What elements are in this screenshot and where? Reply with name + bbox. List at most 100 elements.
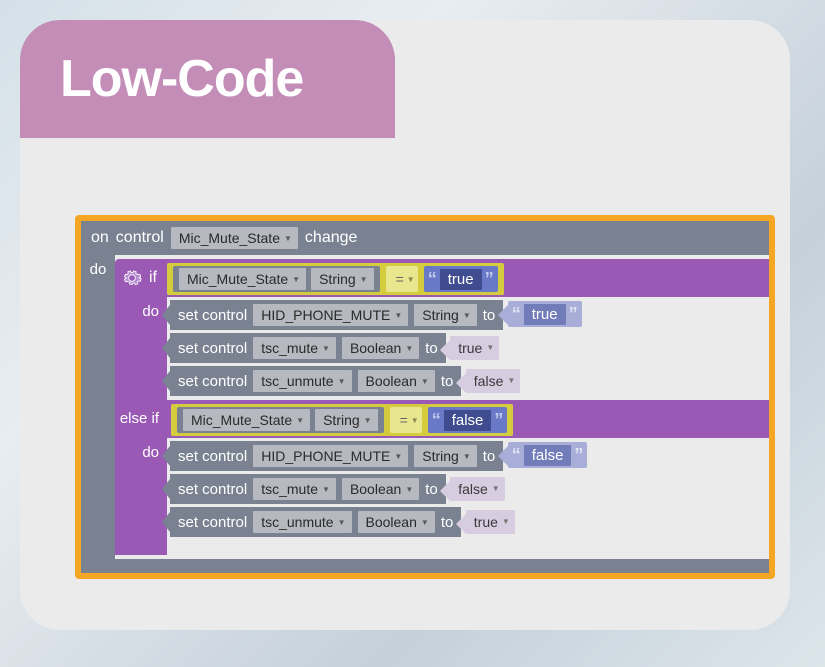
set-control-row[interactable]: set controltsc_unmute▼Boolean▼to (170, 507, 461, 537)
stmt-var-dropdown[interactable]: tsc_mute▼ (253, 337, 336, 359)
set-control-row[interactable]: set control HID_PHONE_MUTE▼ String▼ to (170, 300, 503, 330)
block-workspace[interactable]: on control Mic_Mute_State ▼ change do (75, 215, 775, 579)
quote-open-icon: “ (432, 410, 441, 431)
set-control-stmt[interactable]: set controlHID_PHONE_MUTE▼String▼to “fal… (170, 441, 769, 471)
set-control-row[interactable]: set controltsc_mute▼Boolean▼to (170, 333, 446, 363)
cond1-left[interactable]: Mic_Mute_State ▼ String ▼ (173, 266, 380, 292)
set-control-row[interactable]: set controlHID_PHONE_MUTE▼String▼to (170, 441, 503, 471)
stmt-var-dropdown[interactable]: tsc_unmute▼ (253, 511, 351, 533)
bool-value: true (458, 340, 482, 356)
bool-value: false (458, 481, 488, 497)
kw-to: to (483, 307, 496, 324)
chevron-down-icon: ▼ (421, 377, 429, 386)
cond2-type-dropdown[interactable]: String ▼ (315, 409, 378, 431)
kw-on: on (91, 229, 109, 247)
stmt-var: tsc_unmute (261, 373, 333, 389)
kw-set-control: set control (178, 373, 247, 390)
set-control-stmt[interactable]: set controltsc_mute▼Boolean▼to false▼ (170, 474, 769, 504)
kw-do-1: do (115, 297, 167, 400)
bool-dropdown[interactable]: true▼ (466, 510, 515, 534)
chevron-down-icon: ▼ (292, 275, 300, 284)
event-header[interactable]: on control Mic_Mute_State ▼ change (81, 221, 769, 255)
elseif-header[interactable]: else if Mic_Mute_State ▼ (115, 400, 769, 438)
stmt-var-dropdown[interactable]: tsc_mute ▼ (253, 478, 336, 500)
kw-to: to (441, 514, 454, 531)
stmt-type: String (422, 448, 459, 464)
cond2-val: false (444, 410, 492, 431)
quote-open-icon: “ (428, 269, 437, 290)
kw-change: change (305, 229, 358, 247)
kw-do: do (81, 255, 115, 559)
bool-dropdown[interactable]: true▼ (450, 336, 499, 360)
cond1-op: = (396, 271, 404, 287)
cond2-var-dropdown[interactable]: Mic_Mute_State ▼ (183, 409, 310, 431)
value-bool[interactable]: false ▼ (450, 477, 505, 501)
gear-icon[interactable] (121, 267, 143, 289)
event-control-dropdown[interactable]: Mic_Mute_State ▼ (171, 227, 298, 249)
quote-open-icon: “ (512, 304, 521, 325)
condition-1[interactable]: Mic_Mute_State ▼ String ▼ = (167, 263, 504, 295)
stmt-type-dropdown[interactable]: Boolean▼ (358, 370, 435, 392)
quote-close-icon: ” (574, 445, 583, 466)
value-bool[interactable]: false▼ (466, 369, 521, 393)
stmt-var-dropdown[interactable]: HID_PHONE_MUTE▼ (253, 304, 408, 326)
value-text: false (524, 445, 572, 466)
chevron-down-icon: ▼ (405, 485, 413, 494)
stmt-var-dropdown[interactable]: tsc_unmute▼ (253, 370, 351, 392)
set-control-stmt[interactable]: set controltsc_unmute▼Boolean▼to false▼ (170, 366, 769, 396)
stmt-type-dropdown[interactable]: Boolean▼ (358, 511, 435, 533)
stmt-type: Boolean (350, 481, 401, 497)
kw-set-control: set control (178, 340, 247, 357)
stmt-type-dropdown[interactable]: Boolean ▼ (342, 478, 419, 500)
stmt-var-dropdown[interactable]: HID_PHONE_MUTE▼ (253, 445, 408, 467)
event-block[interactable]: on control Mic_Mute_State ▼ change do (75, 215, 775, 579)
set-control-row[interactable]: set controltsc_unmute▼Boolean▼to (170, 366, 461, 396)
if-header[interactable]: if Mic_Mute_State ▼ String ▼ (115, 259, 769, 297)
kw-set-control: set control (178, 307, 247, 324)
cond1-type-dropdown[interactable]: String ▼ (311, 268, 374, 290)
chevron-down-icon: ▼ (411, 416, 419, 425)
cond2-left[interactable]: Mic_Mute_State ▼ String ▼ (177, 407, 384, 433)
if-block[interactable]: if Mic_Mute_State ▼ String ▼ (115, 259, 769, 559)
condition-2[interactable]: Mic_Mute_State ▼ String ▼ (171, 404, 513, 436)
cond2-value-string[interactable]: “ false ” (428, 407, 508, 433)
bool-dropdown[interactable]: false▼ (466, 369, 521, 393)
value-string[interactable]: “false” (508, 442, 588, 468)
cond2-op: = (400, 412, 408, 428)
value-string[interactable]: “true” (508, 301, 582, 327)
stmt-var: HID_PHONE_MUTE (261, 448, 390, 464)
set-control-stmt[interactable]: set controltsc_unmute▼Boolean▼to true▼ (170, 507, 769, 537)
cond1-value-string[interactable]: “ true ” (424, 266, 498, 292)
cond2-op-dropdown[interactable]: = ▼ (390, 407, 422, 433)
set-control-stmt[interactable]: set control HID_PHONE_MUTE▼ String▼ to “tru… (170, 300, 769, 330)
value-bool[interactable]: true▼ (466, 510, 515, 534)
cond2-var: Mic_Mute_State (191, 412, 292, 428)
chevron-down-icon: ▼ (492, 484, 500, 493)
set-control-row[interactable]: set controltsc_mute▼Boolean▼to (170, 474, 446, 504)
kw-set-control: set control (178, 448, 247, 465)
cond1-op-dropdown[interactable]: = ▼ (386, 266, 418, 292)
quote-close-icon: ” (569, 304, 578, 325)
stmt-var: HID_PHONE_MUTE (261, 307, 390, 323)
stmt-type-dropdown[interactable]: String▼ (414, 445, 477, 467)
chevron-down-icon: ▼ (322, 485, 330, 494)
value-bool[interactable]: true▼ (450, 336, 499, 360)
cond1-var-dropdown[interactable]: Mic_Mute_State ▼ (179, 268, 306, 290)
stmt-type-dropdown[interactable]: String▼ (414, 304, 477, 326)
cond2-type: String (323, 412, 360, 428)
stmt-type-dropdown[interactable]: Boolean▼ (342, 337, 419, 359)
bool-dropdown[interactable]: false ▼ (450, 477, 505, 501)
kw-if: if (149, 269, 157, 287)
if-do-2: do set controlHID_PHONE_MUTE▼String▼to “… (115, 438, 769, 541)
event-block-bottom (81, 559, 769, 573)
chevron-down-icon: ▼ (364, 416, 372, 425)
chevron-down-icon: ▼ (296, 416, 304, 425)
stmt-var: tsc_unmute (261, 514, 333, 530)
chevron-down-icon: ▼ (407, 275, 415, 284)
set-control-stmt[interactable]: set controltsc_mute▼Boolean▼to true▼ (170, 333, 769, 363)
stmt-type: Boolean (366, 514, 417, 530)
stmt-var: tsc_mute (261, 481, 318, 497)
kw-do-2: do (115, 438, 167, 541)
event-body: do if Mic_Mute_State (81, 255, 769, 559)
quote-close-icon: ” (485, 269, 494, 290)
